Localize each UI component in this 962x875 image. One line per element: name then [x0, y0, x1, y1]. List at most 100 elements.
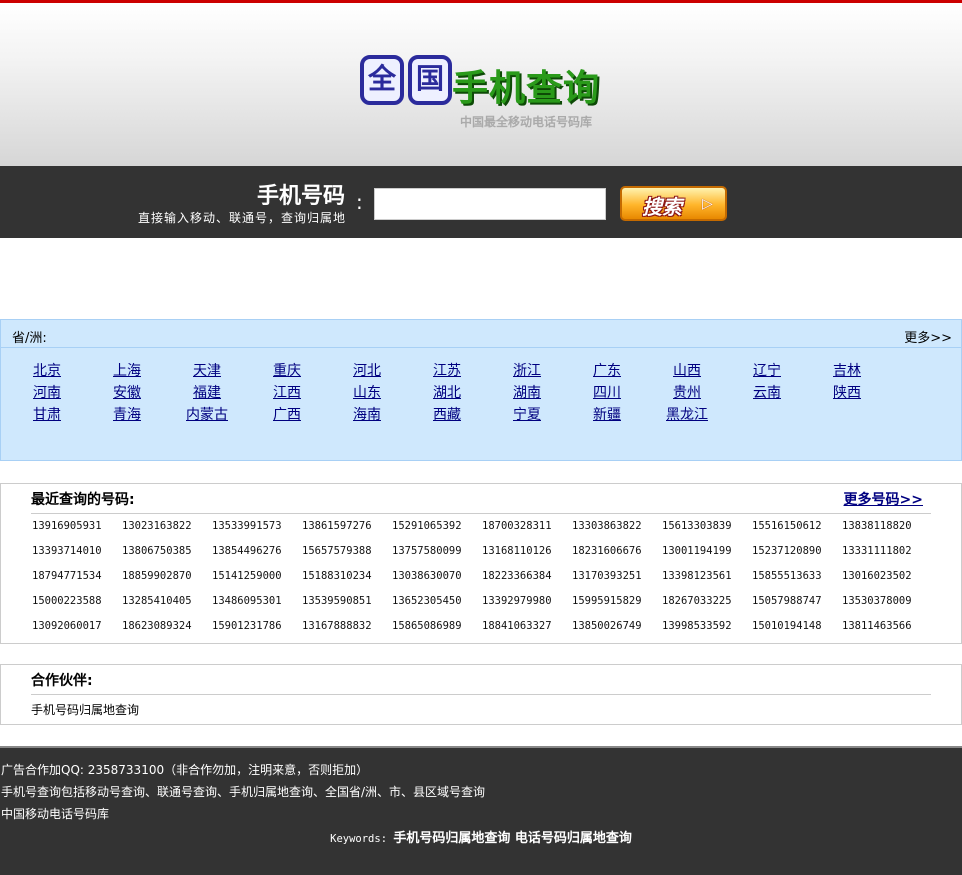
province-link[interactable]: 湖南: [487, 382, 567, 402]
province-link[interactable]: 山西: [647, 360, 727, 380]
footer-keywords: Keywords: 手机号码归属地查询 电话号码归属地查询: [0, 827, 962, 846]
recent-number: 15995915829: [572, 595, 642, 607]
province-link[interactable]: 新疆: [567, 404, 647, 424]
province-link[interactable]: 浙江: [487, 360, 567, 380]
province-link[interactable]: 吉林: [807, 360, 887, 380]
footer-description: 手机号查询包括移动号查询、联通号查询、手机归属地查询、全国省/洲、市、县区域号查…: [1, 785, 486, 799]
footer-ad-contact: 广告合作加QQ: 2358733100（非合作勿加，注明来意，否则拒加）: [1, 763, 369, 777]
search-title: 手机号码: [256, 184, 345, 209]
recent-number: 15291065392: [392, 520, 462, 532]
province-panel: 省/洲: 更多>> 北京 上海 天津 重庆 河北 江苏 浙江 广东 山西 辽宁 吉林 河南 安徽 福建 江西…: [0, 319, 962, 461]
site-slogan: 中国最全移动电话号码库: [460, 115, 593, 129]
recent-number: 13916905931: [32, 520, 102, 532]
recent-number: 18700328311: [482, 520, 552, 532]
recent-number: 13038630070: [392, 570, 462, 582]
recent-number: 13001194199: [662, 545, 732, 557]
recent-numbers-row: 13916905931 13023163822 13533991573 1386159…: [31, 520, 931, 545]
recent-number: 13170393251: [572, 570, 642, 582]
recent-number: 15865086989: [392, 620, 462, 632]
partners-panel: 合作伙伴: 手机号码归属地查询: [0, 664, 962, 725]
recent-queries-title: 最近查询的号码:: [31, 492, 135, 508]
recent-number: 13398123561: [662, 570, 732, 582]
recent-number: 13854496276: [212, 545, 282, 557]
province-panel-header: 省/洲: 更多>>: [1, 320, 961, 348]
province-link[interactable]: 北京: [7, 360, 87, 380]
more-numbers-link[interactable]: 更多号码>>: [844, 489, 923, 509]
recent-numbers-row: 13393714010 13806750385 13854496276 1565757…: [31, 545, 931, 570]
province-link[interactable]: 甘肃: [7, 404, 87, 424]
province-link[interactable]: 黑龙江: [647, 404, 727, 424]
province-link[interactable]: 云南: [727, 382, 807, 402]
province-link[interactable]: 天津: [167, 360, 247, 380]
site-logo[interactable]: 全 国 手机查询: [360, 55, 605, 111]
province-link[interactable]: 山东: [327, 382, 407, 402]
province-link[interactable]: 福建: [167, 382, 247, 402]
province-label: 省/洲:: [12, 331, 47, 346]
search-colon: :: [356, 190, 363, 214]
phone-search-input[interactable]: [374, 188, 606, 220]
footer-site-name: 中国移动电话号码库: [1, 807, 110, 821]
recent-number: 15057988747: [752, 595, 822, 607]
province-link[interactable]: 河南: [7, 382, 87, 402]
recent-number: 18223366384: [482, 570, 552, 582]
recent-number: 18267033225: [662, 595, 732, 607]
province-link[interactable]: 海南: [327, 404, 407, 424]
recent-number: 13850026749: [572, 620, 642, 632]
province-link[interactable]: 河北: [327, 360, 407, 380]
recent-number: 13811463566: [842, 620, 912, 632]
recent-numbers-row: 18794771534 18859902870 15141259000 1518831…: [31, 570, 931, 595]
recent-number: 18859902870: [122, 570, 192, 582]
recent-number: 13168110126: [482, 545, 552, 557]
recent-numbers-row: 15000223588 13285410405 13486095301 1353959…: [31, 595, 931, 620]
recent-number: 15237120890: [752, 545, 822, 557]
recent-number: 13998533592: [662, 620, 732, 632]
search-button[interactable]: 搜索 ▷: [620, 186, 727, 221]
province-link[interactable]: 青海: [87, 404, 167, 424]
province-link[interactable]: 四川: [567, 382, 647, 402]
province-link[interactable]: 内蒙古: [167, 404, 247, 424]
partners-title: 合作伙伴:: [31, 673, 93, 689]
site-header: 全 国 手机查询 中国最全移动电话号码库: [0, 3, 962, 166]
recent-number: 13167888832: [302, 620, 372, 632]
province-more-link[interactable]: 更多>>: [904, 327, 952, 346]
recent-number: 15010194148: [752, 620, 822, 632]
province-link[interactable]: 广东: [567, 360, 647, 380]
play-arrow-icon: ▷: [702, 196, 713, 212]
province-link[interactable]: 广西: [247, 404, 327, 424]
province-link[interactable]: 江苏: [407, 360, 487, 380]
recent-queries-panel: 最近查询的号码: 更多号码>> 13916905931 13023163822 13…: [0, 483, 962, 644]
recent-number: 13838118820: [842, 520, 912, 532]
logo-glyph-quan: 全: [360, 55, 404, 105]
recent-number: 13285410405: [122, 595, 192, 607]
province-link[interactable]: 安徽: [87, 382, 167, 402]
province-link[interactable]: 重庆: [247, 360, 327, 380]
footer-keywords-label: Keywords:: [330, 833, 394, 845]
province-row: 甘肃 青海 内蒙古 广西 海南 西藏 宁夏 新疆 黑龙江: [1, 404, 961, 426]
recent-number: 13016023502: [842, 570, 912, 582]
recent-number: 15516150612: [752, 520, 822, 532]
partner-link[interactable]: 手机号码归属地查询: [31, 701, 139, 718]
recent-number: 18794771534: [32, 570, 102, 582]
recent-number: 13530378009: [842, 595, 912, 607]
province-link[interactable]: 辽宁: [727, 360, 807, 380]
recent-number: 13539590851: [302, 595, 372, 607]
recent-number: 18841063327: [482, 620, 552, 632]
province-link[interactable]: 贵州: [647, 382, 727, 402]
province-link[interactable]: 江西: [247, 382, 327, 402]
logo-glyph-guo: 国: [408, 55, 452, 105]
search-button-label: 搜索: [642, 195, 682, 219]
province-link[interactable]: 湖北: [407, 382, 487, 402]
recent-number: 13533991573: [212, 520, 282, 532]
recent-number: 13392979980: [482, 595, 552, 607]
recent-number: 15000223588: [32, 595, 102, 607]
recent-number: 13303863822: [572, 520, 642, 532]
province-link[interactable]: 西藏: [407, 404, 487, 424]
recent-number: 13393714010: [32, 545, 102, 557]
province-link[interactable]: 陕西: [807, 382, 887, 402]
recent-number: 15188310234: [302, 570, 372, 582]
province-link[interactable]: 宁夏: [487, 404, 567, 424]
province-row: 河南 安徽 福建 江西 山东 湖北 湖南 四川 贵州 云南 陕西: [1, 382, 961, 404]
recent-numbers-grid: 13916905931 13023163822 13533991573 1386159…: [31, 520, 931, 645]
recent-number: 13331111802: [842, 545, 912, 557]
province-link[interactable]: 上海: [87, 360, 167, 380]
